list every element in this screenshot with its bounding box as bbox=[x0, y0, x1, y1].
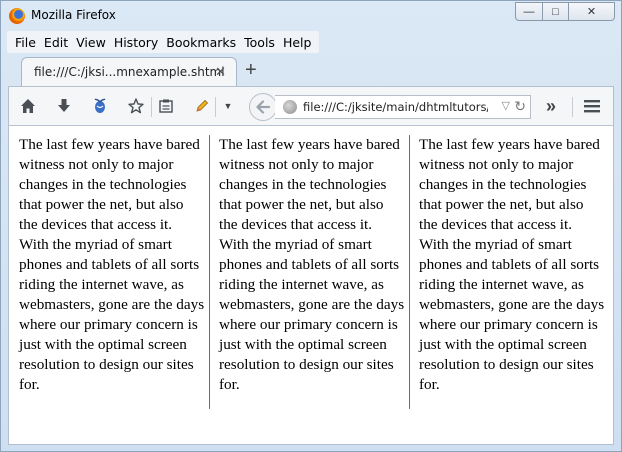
menu-file[interactable]: File bbox=[11, 35, 40, 50]
multi-column-text: The last few years have bared witness no… bbox=[19, 135, 609, 409]
tab-active[interactable]: file:///C:/jksi...mnexample.shtml ✕ bbox=[21, 57, 237, 87]
window-controls: — □ ✕ bbox=[515, 2, 615, 22]
pencil-icon[interactable] bbox=[193, 97, 211, 115]
firebug-icon[interactable] bbox=[91, 97, 109, 115]
navigation-toolbar: ▼ file:///C:/jksite/main/dhtmltutors/css… bbox=[8, 86, 614, 126]
toolbar-separator bbox=[151, 97, 152, 117]
overflow-chevron-icon[interactable]: » bbox=[542, 96, 560, 116]
menu-history[interactable]: History bbox=[110, 35, 162, 50]
minimize-button[interactable]: — bbox=[515, 2, 543, 21]
toolbar-separator bbox=[215, 97, 216, 117]
window-title: Mozilla Firefox bbox=[31, 8, 116, 22]
tab-title: file:///C:/jksi...mnexample.shtml bbox=[34, 65, 225, 79]
column-rule bbox=[209, 135, 210, 409]
menu-edit[interactable]: Edit bbox=[40, 35, 72, 50]
menu-view[interactable]: View bbox=[72, 35, 110, 50]
menu-help[interactable]: Help bbox=[279, 35, 316, 50]
bookmark-star-icon[interactable] bbox=[127, 97, 145, 115]
reload-icon[interactable]: ↻ bbox=[514, 98, 526, 115]
site-identity-icon[interactable] bbox=[283, 100, 297, 114]
url-history-dropdown-icon[interactable]: ▽ bbox=[502, 99, 510, 112]
menu-bar: File Edit View History Bookmarks Tools H… bbox=[7, 31, 320, 53]
dropdown-icon[interactable]: ▼ bbox=[219, 97, 237, 115]
toolbar-separator bbox=[572, 97, 573, 117]
home-icon[interactable] bbox=[19, 97, 37, 115]
url-bar[interactable]: file:///C:/jksite/main/dhtmltutors/css ▽… bbox=[275, 95, 531, 119]
browser-window: Mozilla Firefox — □ ✕ File Edit View His… bbox=[0, 0, 622, 452]
close-button[interactable]: ✕ bbox=[569, 2, 615, 21]
url-input[interactable]: file:///C:/jksite/main/dhtmltutors/css bbox=[303, 100, 488, 114]
maximize-button[interactable]: □ bbox=[543, 2, 569, 21]
download-icon[interactable] bbox=[55, 97, 73, 115]
reading-list-icon[interactable] bbox=[157, 97, 175, 115]
menu-bookmarks[interactable]: Bookmarks bbox=[162, 35, 240, 50]
text-column-3: The last few years have bared witness no… bbox=[418, 136, 605, 393]
title-bar: Mozilla Firefox — □ ✕ bbox=[1, 1, 621, 31]
new-tab-button[interactable]: + bbox=[245, 60, 257, 80]
column-rule bbox=[408, 135, 410, 409]
tab-close-icon[interactable]: ✕ bbox=[215, 64, 226, 80]
firefox-logo-icon bbox=[9, 8, 25, 24]
page-content: The last few years have bared witness no… bbox=[8, 126, 614, 445]
text-column-1: The last few years have bared witness no… bbox=[19, 136, 205, 393]
text-column-2: The last few years have bared witness no… bbox=[218, 136, 405, 393]
menu-tools[interactable]: Tools bbox=[240, 35, 279, 50]
back-button[interactable] bbox=[249, 93, 277, 121]
hamburger-menu-icon[interactable] bbox=[583, 97, 601, 115]
